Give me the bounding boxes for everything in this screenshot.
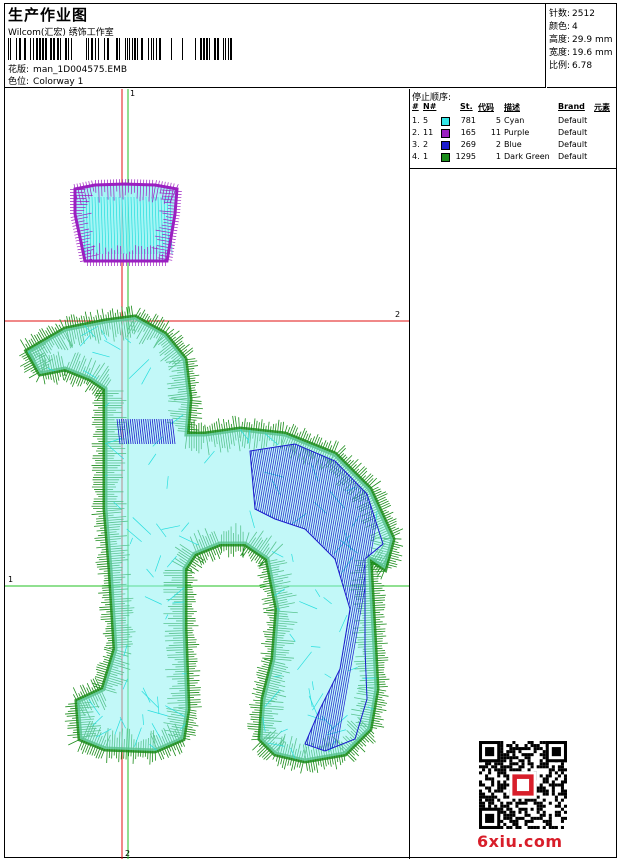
barcode — [8, 38, 232, 60]
qr-code — [479, 741, 567, 829]
table-row: 4. 1 1295 1 Dark Green Default — [412, 152, 588, 162]
colorway-label: 色位: — [8, 77, 30, 87]
guide-label-h2: 2 — [395, 310, 401, 319]
col-stitches: St. — [460, 102, 473, 111]
embroidery-design-area: 1 2 2 1 — [5, 89, 409, 859]
guide-label-v2: 2 — [125, 849, 131, 858]
header-info: 生产作业图 Wilcom(汇宏) 绣饰工作室 花版: man_1D004575.E… — [5, 4, 546, 88]
stat-height: 高度: 29.9 mm — [549, 35, 613, 45]
right-column-divider — [409, 169, 410, 859]
guide-label-v1: 1 — [130, 89, 136, 98]
purple-stitches — [70, 179, 182, 266]
table-row: 1. 5 781 5 Cyan Default — [412, 116, 588, 126]
col-element: 元素 — [594, 103, 610, 112]
stat-width: 宽度: 19.6 mm — [549, 48, 613, 58]
col-needle: N# — [423, 102, 437, 111]
color-swatch — [441, 129, 450, 138]
colorway-value: Colorway 1 — [33, 77, 84, 87]
production-sheet: 生产作业图 Wilcom(汇宏) 绣饰工作室 花版: man_1D004575.E… — [4, 3, 617, 859]
embroidery-preview — [5, 89, 409, 859]
color-swatch — [441, 141, 450, 150]
stats-panel: 针数: 2512 颜色: 4 高度: 29.9 mm 宽度: 19.6 mm 比例: 6.… — [547, 4, 617, 88]
page-title: 生产作业图 — [8, 6, 89, 24]
stat-colors: 颜色: 4 — [549, 22, 578, 32]
col-code: 代码 — [478, 103, 494, 112]
colorway-row: 色位: Colorway 1 — [8, 74, 83, 87]
stat-scale: 比例: 6.78 — [549, 61, 593, 71]
col-index: # — [412, 102, 419, 111]
watermark-logo: 6xiu.com — [477, 832, 563, 851]
col-brand: Brand — [558, 102, 585, 111]
color-swatch — [441, 117, 450, 126]
col-desc: 描述 — [504, 103, 520, 112]
company-name: Wilcom(汇宏) 绣饰工作室 — [8, 28, 114, 38]
guide-label-h1: 1 — [8, 575, 14, 584]
stop-sequence-panel: 停止顺序: # N# St. 代码 描述 Brand 元素 1. 5 781 5… — [409, 89, 617, 169]
color-swatch — [441, 153, 450, 162]
table-row: 3. 2 269 2 Blue Default — [412, 140, 588, 150]
stat-stitches: 针数: 2512 — [549, 9, 595, 19]
table-row: 2. 11 165 11 Purple Default — [412, 128, 588, 138]
